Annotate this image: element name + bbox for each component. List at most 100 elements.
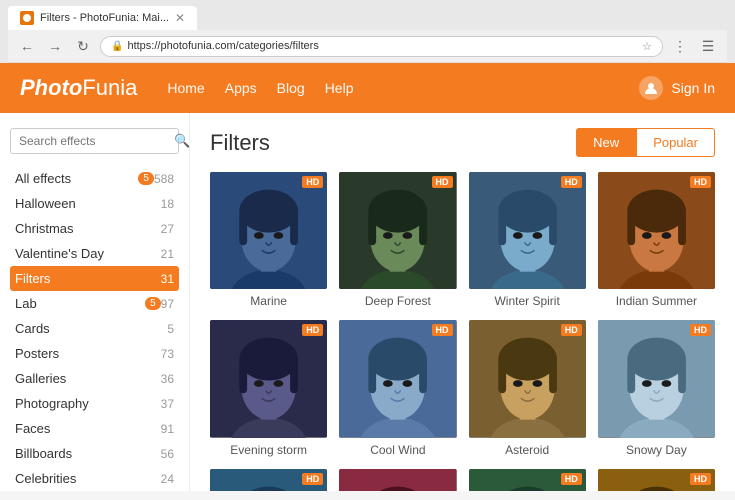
sidebar-label: Lab xyxy=(15,296,141,311)
page-title: Filters xyxy=(210,130,270,156)
sidebar-item-all-effects[interactable]: All effects 5588 xyxy=(10,166,179,191)
search-input[interactable] xyxy=(19,134,174,148)
main-nav: Home Apps Blog Help xyxy=(167,80,639,96)
effect-image: HD xyxy=(339,320,456,437)
effect-card[interactable]: HDMarine xyxy=(210,172,327,308)
sidebar-label: Filters xyxy=(15,271,161,286)
site-wrapper: PhotoFunia Home Apps Blog Help Sign In 🔍… xyxy=(0,63,735,491)
nav-apps[interactable]: Apps xyxy=(225,80,257,96)
count-label: 91 xyxy=(161,422,174,436)
sidebar-item-valentine-s-day[interactable]: Valentine's Day21 xyxy=(10,241,179,266)
sidebar: 🔍 All effects5588Halloween18Christmas27V… xyxy=(0,113,190,491)
sidebar-label: Christmas xyxy=(15,221,161,236)
tab-title: Filters - PhotoFunia: Mai... xyxy=(40,12,169,24)
count-label: 37 xyxy=(161,397,174,411)
browser-chrome: Filters - PhotoFunia: Mai... ✕ ← → ↻ 🔒 h… xyxy=(0,0,735,63)
effects-grid: HDMarine HD Deep Forest xyxy=(210,172,715,491)
effect-image: HD xyxy=(469,469,586,492)
effect-image: HD xyxy=(339,172,456,289)
hd-badge: HD xyxy=(561,176,582,188)
effect-image: HD xyxy=(210,172,327,289)
effect-name: Cool Wind xyxy=(339,443,456,457)
effect-name: Snowy Day xyxy=(598,443,715,457)
nav-help[interactable]: Help xyxy=(325,80,354,96)
sidebar-item-filters[interactable]: Filters31 xyxy=(10,266,179,291)
count-label: 588 xyxy=(154,172,174,186)
hd-badge: HD xyxy=(690,176,711,188)
effect-card[interactable]: HD xyxy=(598,469,715,492)
effect-card[interactable]: HD xyxy=(469,469,586,492)
sidebar-label: Cards xyxy=(15,321,167,336)
count-label: 5 xyxy=(167,322,174,336)
sidebar-item-galleries[interactable]: Galleries36 xyxy=(10,366,179,391)
reload-button[interactable]: ↻ xyxy=(72,35,94,57)
sign-in-link[interactable]: Sign In xyxy=(671,80,715,96)
sidebar-item-lab[interactable]: Lab597 xyxy=(10,291,179,316)
effect-name: Winter Spirit xyxy=(469,294,586,308)
sidebar-item-cards[interactable]: Cards5 xyxy=(10,316,179,341)
nav-blog[interactable]: Blog xyxy=(277,80,305,96)
sidebar-item-photography[interactable]: Photography37 xyxy=(10,391,179,416)
sidebar-label: Celebrities xyxy=(15,471,161,486)
effect-card[interactable]: HD Winter Spirit xyxy=(469,172,586,308)
sidebar-label: All effects xyxy=(15,171,134,186)
effect-name: Asteroid xyxy=(469,443,586,457)
menu-icon[interactable]: ☰ xyxy=(697,35,719,57)
sidebar-label: Galleries xyxy=(15,371,161,386)
effect-image: HD xyxy=(210,320,327,437)
main-content: Filters New Popular HDMarine xyxy=(190,113,735,491)
browser-tab[interactable]: Filters - PhotoFunia: Mai... ✕ xyxy=(8,6,197,30)
count-label: 73 xyxy=(161,347,174,361)
effect-name: Indian Summer xyxy=(598,294,715,308)
filter-buttons: New Popular xyxy=(576,128,715,157)
sidebar-item-halloween[interactable]: Halloween18 xyxy=(10,191,179,216)
site-logo[interactable]: PhotoFunia xyxy=(20,75,137,101)
nav-home[interactable]: Home xyxy=(167,80,204,96)
hd-badge: HD xyxy=(432,176,453,188)
header-right: Sign In xyxy=(639,76,715,100)
hd-badge: HD xyxy=(302,473,323,485)
hd-badge: HD xyxy=(302,324,323,336)
popular-button[interactable]: Popular xyxy=(636,128,715,157)
new-button[interactable]: New xyxy=(576,128,636,157)
effect-card[interactable] xyxy=(339,469,456,492)
content-area: 🔍 All effects5588Halloween18Christmas27V… xyxy=(0,113,735,491)
sidebar-label: Posters xyxy=(15,346,161,361)
back-button[interactable]: ← xyxy=(16,35,38,57)
effect-card[interactable]: HD Snowy Day xyxy=(598,320,715,456)
sidebar-item-christmas[interactable]: Christmas27 xyxy=(10,216,179,241)
count-label: 18 xyxy=(161,197,174,211)
sidebar-item-faces[interactable]: Faces91 xyxy=(10,416,179,441)
user-avatar-icon xyxy=(639,76,663,100)
tab-close-button[interactable]: ✕ xyxy=(175,11,185,25)
count-label: 36 xyxy=(161,372,174,386)
count-label: 56 xyxy=(161,447,174,461)
effect-card[interactable]: HD Asteroid xyxy=(469,320,586,456)
sidebar-item-posters[interactable]: Posters73 xyxy=(10,341,179,366)
new-badge: 5 xyxy=(138,172,154,185)
sidebar-label: Billboards xyxy=(15,446,161,461)
filters-header: Filters New Popular xyxy=(210,128,715,157)
effect-card[interactable]: HD Cool Wind xyxy=(339,320,456,456)
effect-card[interactable]: HD Indian Summer xyxy=(598,172,715,308)
effect-name: Deep Forest xyxy=(339,294,456,308)
count-label: 21 xyxy=(161,247,174,261)
effect-card[interactable]: HDEvening storm xyxy=(210,320,327,456)
bookmark-icon[interactable]: ☆ xyxy=(642,40,652,53)
hd-badge: HD xyxy=(690,473,711,485)
count-label: 97 xyxy=(161,297,174,311)
address-bar[interactable]: 🔒 https://photofunia.com/categories/filt… xyxy=(100,36,663,57)
search-box[interactable]: 🔍 xyxy=(10,128,179,154)
effect-image xyxy=(339,469,456,492)
sidebar-item-billboards[interactable]: Billboards56 xyxy=(10,441,179,466)
count-label: 27 xyxy=(161,222,174,236)
extensions-icon[interactable]: ⋮ xyxy=(669,35,691,57)
hd-badge: HD xyxy=(690,324,711,336)
effect-card[interactable]: HD xyxy=(210,469,327,492)
hd-badge: HD xyxy=(561,324,582,336)
sidebar-label: Faces xyxy=(15,421,161,436)
forward-button[interactable]: → xyxy=(44,35,66,57)
sidebar-item-celebrities[interactable]: Celebrities24 xyxy=(10,466,179,491)
hd-badge: HD xyxy=(302,176,323,188)
effect-card[interactable]: HD Deep Forest xyxy=(339,172,456,308)
